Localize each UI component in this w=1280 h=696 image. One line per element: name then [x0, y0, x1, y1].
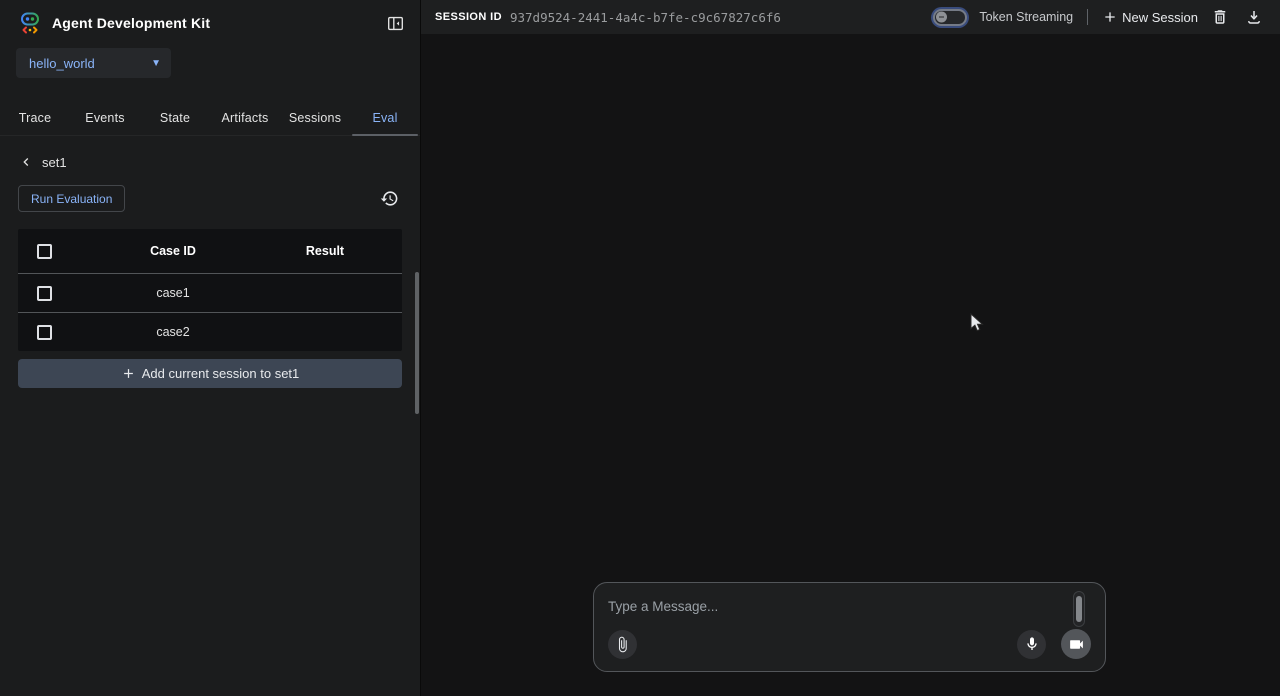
plus-icon — [1102, 9, 1118, 25]
main-area: SESSION ID 937d9524-2441-4a4c-b7fe-c9c67… — [421, 0, 1280, 696]
table-header-row: Case ID Result — [18, 229, 402, 273]
new-session-label: New Session — [1122, 10, 1198, 25]
case-id-cell: case1 — [88, 286, 258, 300]
attach-file-button[interactable] — [608, 630, 637, 659]
sidebar-scrollbar[interactable] — [415, 272, 419, 414]
session-id-value: 937d9524-2441-4a4c-b7fe-c9c67827c6f6 — [510, 10, 933, 25]
case-id-cell: case2 — [88, 325, 258, 339]
message-input[interactable] — [608, 599, 1048, 623]
select-all-checkbox[interactable] — [37, 244, 52, 259]
paperclip-icon — [614, 636, 631, 653]
adk-logo-icon — [18, 11, 42, 35]
video-camera-button[interactable] — [1061, 629, 1091, 659]
delete-session-icon[interactable] — [1208, 5, 1232, 29]
column-header-result: Result — [258, 244, 402, 258]
table-row[interactable]: case2 — [18, 312, 402, 351]
download-session-icon[interactable] — [1242, 5, 1266, 29]
history-icon[interactable] — [378, 188, 400, 210]
tab-bar: Trace Events State Artifacts Sessions Ev… — [0, 100, 420, 136]
eval-cases-table: Case ID Result case1 case2 — [18, 229, 402, 351]
agent-select[interactable]: hello_world ▼ — [16, 48, 171, 78]
collapse-panel-icon[interactable] — [384, 12, 406, 34]
run-evaluation-button[interactable]: Run Evaluation — [18, 185, 125, 212]
mouse-cursor — [969, 313, 987, 333]
mic-icon — [1024, 636, 1040, 652]
new-session-button[interactable]: New Session — [1102, 9, 1198, 25]
tab-state[interactable]: State — [140, 100, 210, 135]
composer-scrollbar[interactable] — [1073, 591, 1085, 627]
tab-eval[interactable]: Eval — [350, 100, 420, 135]
divider — [1087, 9, 1088, 25]
row-checkbox[interactable] — [37, 286, 52, 301]
plus-icon — [121, 366, 136, 381]
agent-select-value: hello_world — [29, 56, 151, 71]
row-checkbox[interactable] — [37, 325, 52, 340]
table-row[interactable]: case1 — [18, 273, 402, 312]
app-title: Agent Development Kit — [52, 15, 384, 31]
tab-artifacts[interactable]: Artifacts — [210, 100, 280, 135]
sidebar-header: Agent Development Kit — [0, 0, 420, 46]
sidebar: Agent Development Kit hello_world ▼ Trac… — [0, 0, 421, 696]
token-streaming-toggle[interactable] — [933, 9, 967, 26]
session-topbar: SESSION ID 937d9524-2441-4a4c-b7fe-c9c67… — [421, 0, 1280, 34]
eval-panel: set1 Run Evaluation Case ID Result case1… — [0, 136, 420, 696]
session-id-label: SESSION ID — [435, 11, 502, 23]
videocam-icon — [1068, 636, 1085, 653]
chevron-down-icon: ▼ — [151, 58, 161, 69]
tab-trace[interactable]: Trace — [0, 100, 70, 135]
eval-set-name: set1 — [42, 155, 67, 170]
tab-events[interactable]: Events — [70, 100, 140, 135]
add-current-session-label: Add current session to set1 — [142, 366, 300, 381]
back-chevron-icon[interactable] — [16, 152, 36, 172]
token-streaming-label: Token Streaming — [979, 10, 1073, 24]
message-composer — [593, 582, 1106, 672]
microphone-button[interactable] — [1017, 630, 1046, 659]
add-current-session-button[interactable]: Add current session to set1 — [18, 359, 402, 388]
column-header-case-id: Case ID — [88, 244, 258, 258]
tab-sessions[interactable]: Sessions — [280, 100, 350, 135]
